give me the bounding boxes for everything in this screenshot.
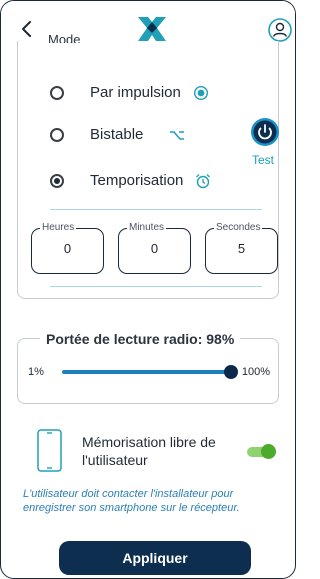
mode-section-title: Mode [48,33,81,43]
alarm-clock-icon [196,173,211,188]
range-slider-thumb[interactable] [223,365,238,379]
memo-label: Mémorisation libre de l'utilisateur [82,434,216,468]
radio-range-title: Portée de lecture radio: 98% [40,330,241,348]
power-test-button[interactable] [250,117,280,147]
test-label[interactable]: Test [252,153,274,167]
divider [50,209,262,210]
seconds-field[interactable]: Secondes 5 [205,221,278,274]
user-circle-icon[interactable] [267,17,293,43]
range-slider-track[interactable] [62,365,238,379]
apply-button[interactable]: Appliquer [59,541,251,575]
bistable-switch-icon [170,130,185,140]
mode-option-label: Par impulsion [90,84,181,101]
slider-min-label: 1% [28,366,44,378]
chevron-left-icon[interactable] [15,17,39,41]
hours-field[interactable]: Heures 0 [31,221,104,274]
mode-option-bistable[interactable]: Bistable [50,126,185,143]
radio-impulsion[interactable] [50,85,64,100]
radio-temporisation[interactable] [50,173,64,188]
hours-value: 0 [63,241,72,256]
mode-option-impulsion[interactable]: Par impulsion [50,84,209,101]
smartphone-icon [37,429,62,472]
minutes-legend: Minutes [127,221,167,235]
minutes-field[interactable]: Minutes 0 [118,221,191,274]
hours-legend: Heures [40,221,77,235]
seconds-value: 5 [237,241,246,256]
mode-option-temporisation[interactable]: Temporisation [50,172,211,189]
slider-max-label: 100% [241,366,270,378]
toggle-knob [261,444,276,459]
radio-range-card: Portée de lecture radio: 98% 1% 100% [17,330,279,404]
memo-info-text: L'utilisateur doit contacter l'installat… [23,488,240,514]
memo-toggle[interactable] [247,444,276,460]
pulse-dot-icon [193,85,208,100]
radio-bistable[interactable] [50,127,64,142]
seconds-legend: Secondes [214,221,263,235]
phone-screen: Mode Par impulsion Bistable Temporisatio… [0,0,296,579]
mode-option-label: Bistable [90,126,144,143]
divider [50,286,262,287]
mode-option-label: Temporisation [90,172,184,189]
minutes-value: 0 [150,241,159,256]
